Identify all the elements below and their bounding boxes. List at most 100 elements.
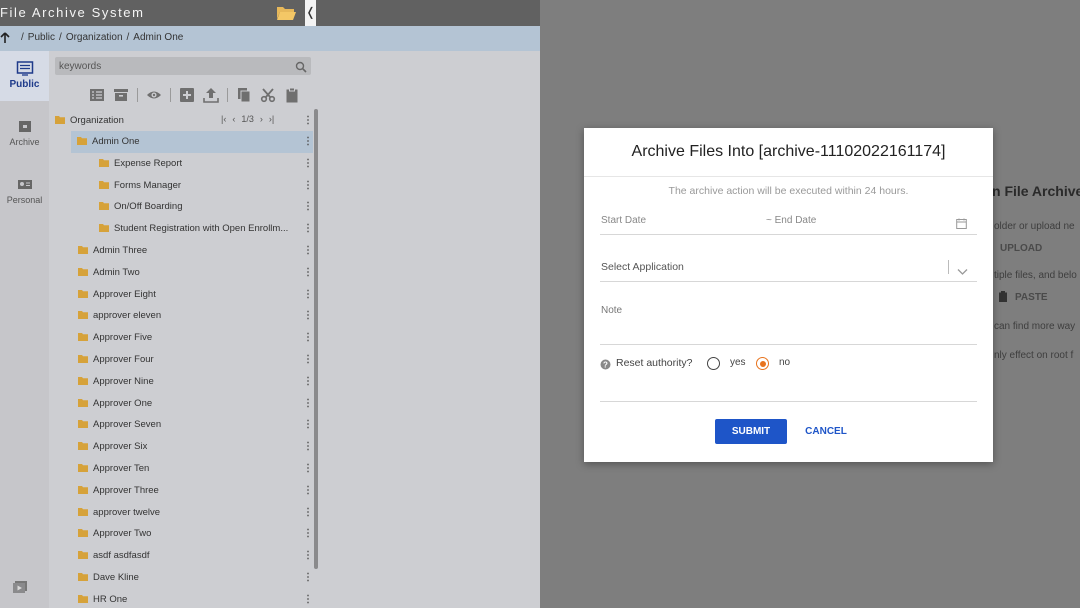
bg-text-line: tiple files, and belo	[994, 270, 1077, 281]
tree-folder-item[interactable]: approver eleven ⋮	[49, 305, 313, 327]
tree-folder-item[interactable]: Admin One ⋮	[71, 131, 313, 153]
play-video-icon[interactable]	[12, 580, 28, 594]
rail-item-archive[interactable]: Archive	[0, 109, 49, 159]
open-folder-icon[interactable]	[275, 4, 297, 22]
tree-folder-label: Admin Two	[93, 266, 140, 278]
copy-icon[interactable]	[236, 87, 252, 103]
tree-folder-item[interactable]: Approver One ⋮	[49, 393, 313, 415]
more-options-icon[interactable]: ⋮	[303, 507, 313, 519]
more-options-icon[interactable]: ⋮	[303, 594, 313, 606]
breadcrumb-item-organization[interactable]: Organization	[66, 32, 123, 43]
more-options-icon[interactable]: ⋮	[303, 115, 313, 127]
tree-folder-item[interactable]: Approver Six ⋮	[49, 436, 313, 458]
tree-folder-item[interactable]: Admin Two ⋮	[49, 262, 313, 284]
more-options-icon[interactable]: ⋮	[303, 267, 313, 279]
tree-folder-label: Approver Three	[93, 484, 159, 496]
breadcrumb-separator: /	[126, 32, 130, 43]
tree-folder-item[interactable]: asdf asdfasdf ⋮	[49, 545, 313, 567]
upload-icon[interactable]	[203, 87, 219, 103]
search-input[interactable]	[59, 59, 284, 73]
more-options-icon[interactable]: ⋮	[303, 572, 313, 584]
tree-folder-item[interactable]: Student Registration with Open Enrollm..…	[49, 218, 313, 240]
more-options-icon[interactable]: ⋮	[303, 289, 313, 301]
tree-scrollbar[interactable]	[314, 109, 318, 569]
breadcrumb-item-admin-one[interactable]: Admin One	[133, 32, 183, 43]
more-options-icon[interactable]: ⋮	[303, 528, 313, 540]
cut-icon[interactable]	[260, 87, 276, 103]
more-options-icon[interactable]: ⋮	[303, 354, 313, 366]
tree-folder-item[interactable]: Dave Kline ⋮	[49, 567, 313, 589]
help-icon[interactable]: ?	[600, 357, 611, 370]
breadcrumb: / Public / Organization / Admin One	[0, 26, 540, 51]
more-options-icon[interactable]: ⋮	[303, 376, 313, 388]
tree-pager: |‹ ‹ 1/3 › ›|	[221, 114, 280, 124]
tree-folder-item[interactable]: Approver Nine ⋮	[49, 371, 313, 393]
more-options-icon[interactable]: ⋮	[303, 419, 313, 431]
rail-item-public[interactable]: Public	[0, 51, 49, 101]
tree-folder-item[interactable]: approver twelve ⋮	[49, 502, 313, 524]
tree-folder-item[interactable]: On/Off Boarding ⋮	[49, 196, 313, 218]
chevron-down-icon[interactable]	[957, 263, 968, 275]
calendar-icon[interactable]	[956, 216, 967, 229]
tree-folder-item[interactable]: Approver Seven ⋮	[49, 414, 313, 436]
archive-icon[interactable]	[113, 87, 129, 103]
folder-icon	[77, 137, 87, 145]
tree-folder-item[interactable]: Admin Three ⋮	[49, 240, 313, 262]
last-page-icon[interactable]: ›|	[269, 114, 274, 124]
folder-icon	[78, 333, 88, 342]
up-arrow-icon[interactable]	[0, 31, 10, 45]
search-icon[interactable]	[295, 60, 307, 73]
folder-icon	[99, 180, 109, 189]
tree-folder-item[interactable]: Forms Manager ⋮	[49, 175, 313, 197]
tree-folder-item[interactable]: Approver Eight ⋮	[49, 284, 313, 306]
tree-folder-item[interactable]: HR One ⋮	[49, 589, 313, 608]
tree-folder-item[interactable]: Approver Four ⋮	[49, 349, 313, 371]
more-options-icon[interactable]: ⋮	[303, 398, 313, 410]
rail-label: Public	[9, 79, 40, 90]
more-options-icon[interactable]: ⋮	[303, 550, 313, 562]
tree-folder-label: Approver Ten	[93, 462, 150, 474]
radio-no[interactable]	[756, 357, 769, 370]
more-options-icon[interactable]: ⋮	[303, 332, 313, 344]
end-date-field[interactable]: ~ End Date	[766, 215, 816, 226]
tree-folder-label: Approver Six	[93, 441, 148, 453]
folder-icon	[78, 398, 88, 407]
submit-button[interactable]: SUBMIT	[715, 419, 787, 444]
tree-folder-item[interactable]: Approver Three ⋮	[49, 480, 313, 502]
note-underline	[600, 344, 977, 345]
rail-item-personal[interactable]: Personal	[0, 167, 49, 217]
folder-icon	[78, 354, 88, 363]
breadcrumb-item-public[interactable]: Public	[28, 32, 55, 43]
tree-root-organization[interactable]: Organization |‹ ‹ 1/3 › ›| ⋮	[55, 111, 313, 131]
more-options-icon[interactable]: ⋮	[303, 223, 313, 235]
next-page-icon[interactable]: ›	[260, 114, 263, 124]
more-options-icon[interactable]: ⋮	[303, 310, 313, 322]
more-options-icon[interactable]: ⋮	[303, 245, 313, 257]
list-icon[interactable]	[89, 87, 105, 103]
more-options-icon[interactable]: ⋮	[303, 441, 313, 453]
more-options-icon[interactable]: ⋮	[303, 136, 313, 148]
tree-folder-item[interactable]: Approver Ten ⋮	[49, 458, 313, 480]
tree-folder-item[interactable]: Expense Report ⋮	[49, 153, 313, 175]
more-options-icon[interactable]: ⋮	[303, 485, 313, 497]
more-options-icon[interactable]: ⋮	[303, 463, 313, 475]
tree-folder-label: Approver Eight	[93, 288, 156, 300]
more-options-icon[interactable]: ⋮	[303, 158, 313, 170]
radio-yes[interactable]	[707, 357, 720, 370]
note-field[interactable]: Note	[601, 305, 622, 316]
collapse-panel-button[interactable]: ❬	[305, 0, 316, 26]
actions-divider	[600, 401, 977, 402]
tree-folder-item[interactable]: Approver Two ⋮	[49, 523, 313, 545]
add-icon[interactable]	[179, 87, 195, 103]
application-select[interactable]: Select Application	[601, 261, 684, 273]
first-page-icon[interactable]: |‹	[221, 114, 226, 124]
start-date-field[interactable]: Start Date	[601, 215, 646, 226]
cancel-button[interactable]: CANCEL	[796, 419, 856, 444]
view-icon[interactable]	[146, 87, 162, 103]
rail-label: Personal	[6, 195, 43, 205]
paste-icon[interactable]	[284, 87, 300, 103]
more-options-icon[interactable]: ⋮	[303, 201, 313, 213]
more-options-icon[interactable]: ⋮	[303, 180, 313, 192]
prev-page-icon[interactable]: ‹	[232, 114, 235, 124]
tree-folder-item[interactable]: Approver Five ⋮	[49, 327, 313, 349]
